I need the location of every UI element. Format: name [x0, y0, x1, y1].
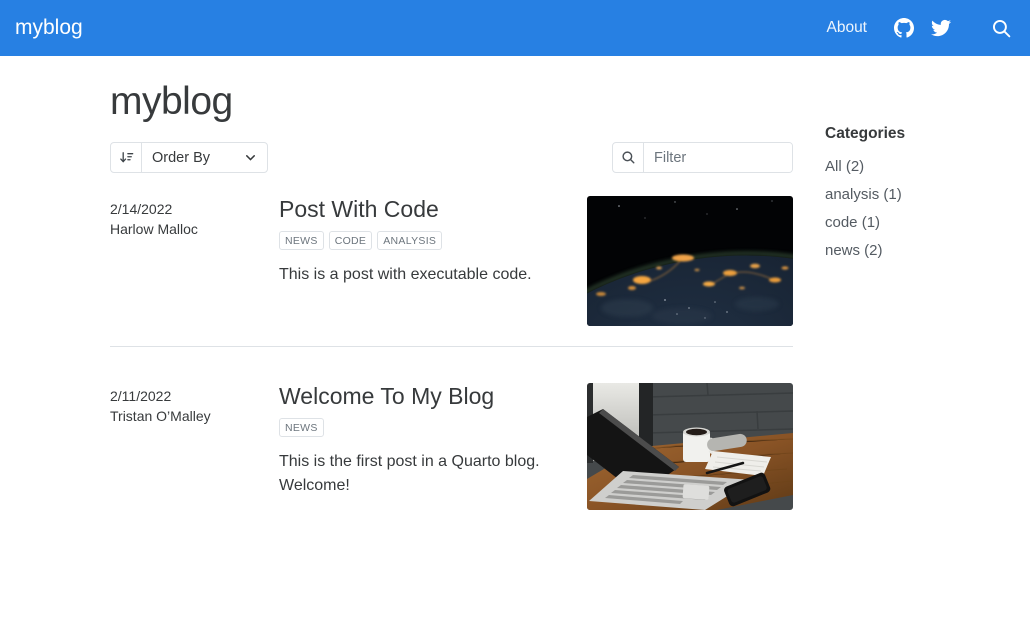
post-thumbnail-earth[interactable]	[587, 196, 793, 326]
listing-toolbar: Order By	[110, 142, 793, 173]
filter-group	[612, 142, 793, 173]
list-item: code (1)	[825, 212, 1010, 233]
category-link-code[interactable]: code (1)	[825, 214, 880, 231]
github-icon[interactable]	[894, 18, 914, 38]
order-by-label: Order By	[142, 143, 244, 172]
navbar-right: About	[826, 18, 1012, 39]
navbar: myblog About	[0, 0, 1030, 56]
category-link-analysis[interactable]: analysis (1)	[825, 186, 902, 203]
categories-list: All (2) analysis (1) code (1) news (2)	[825, 156, 1010, 261]
categories-heading: Categories	[825, 125, 1010, 143]
list-item: news (2)	[825, 240, 1010, 261]
twitter-icon[interactable]	[931, 18, 951, 38]
post-meta: 2/14/2022 Harlow Malloc	[110, 196, 279, 326]
post-meta: 2/11/2022 Tristan O’Malley	[110, 383, 279, 510]
list-item: All (2)	[825, 156, 1010, 177]
post-categories: news	[279, 418, 563, 437]
post-author: Tristan O’Malley	[110, 407, 279, 426]
category-link-news[interactable]: news (2)	[825, 242, 883, 259]
search-icon	[613, 143, 644, 172]
categories-sidebar: Categories All (2) analysis (1) code (1)…	[825, 125, 1010, 268]
post-thumbnail-desk[interactable]	[587, 383, 793, 510]
main-content: myblog Order By 2/14/2022 Harlow Malloc	[110, 80, 793, 530]
post-body: Post With Code news code analysis This i…	[279, 196, 587, 326]
category-badge[interactable]: news	[279, 231, 324, 250]
category-link-all[interactable]: All (2)	[825, 158, 864, 175]
post-body: Welcome To My Blog news This is the firs…	[279, 383, 587, 510]
search-icon[interactable]	[991, 18, 1012, 39]
order-by-dropdown[interactable]: Order By	[110, 142, 268, 173]
post-date: 2/14/2022	[110, 200, 279, 219]
sort-icon	[111, 143, 142, 172]
nav-link-about[interactable]: About	[826, 19, 867, 37]
chevron-down-icon	[244, 143, 267, 172]
post-author: Harlow Malloc	[110, 220, 279, 239]
post-description: This is a post with executable code.	[279, 263, 563, 287]
post-categories: news code analysis	[279, 231, 563, 250]
post-description: This is the first post in a Quarto blog.…	[279, 450, 563, 498]
category-badge[interactable]: code	[329, 231, 373, 250]
filter-input[interactable]	[644, 143, 792, 172]
category-badge[interactable]: analysis	[377, 231, 442, 250]
page-title: myblog	[110, 80, 793, 124]
post-date: 2/11/2022	[110, 387, 279, 406]
navbar-brand[interactable]: myblog	[15, 16, 83, 40]
category-badge[interactable]: news	[279, 418, 324, 437]
list-item: analysis (1)	[825, 184, 1010, 205]
post-listing: 2/14/2022 Harlow Malloc Post With Code n…	[110, 196, 793, 530]
post-title-link[interactable]: Welcome To My Blog	[279, 383, 494, 411]
post-listing-item: 2/14/2022 Harlow Malloc Post With Code n…	[110, 196, 793, 347]
post-listing-item: 2/11/2022 Tristan O’Malley Welcome To My…	[110, 347, 793, 530]
post-title-link[interactable]: Post With Code	[279, 196, 439, 224]
